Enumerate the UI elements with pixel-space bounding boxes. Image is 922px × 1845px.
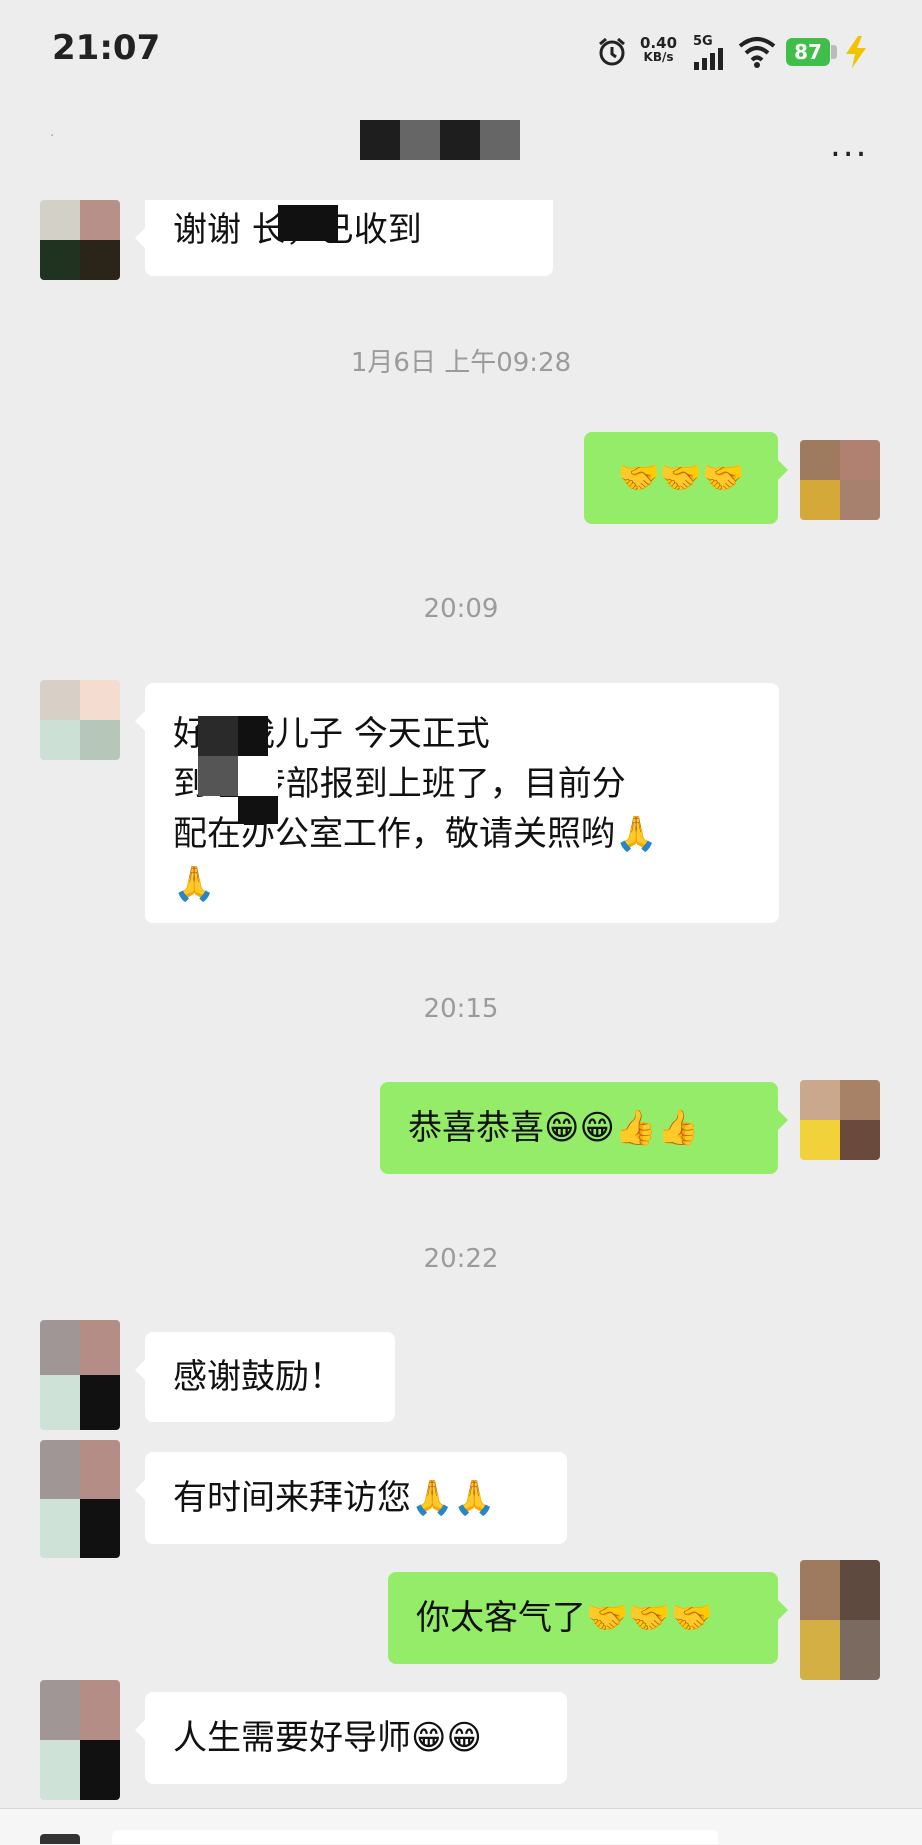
- message-bubble[interactable]: 有时间来拜访您🙏🙏: [135, 1452, 567, 1544]
- message-text: 人生需要好导师😁😁: [173, 1718, 482, 1758]
- more-options-button[interactable]: ...: [830, 128, 868, 162]
- message-bubble[interactable]: 恭喜恭喜😁😁👍👍: [380, 1082, 788, 1174]
- censor-block: [198, 756, 238, 796]
- avatar[interactable]: [40, 200, 120, 280]
- battery-indicator: 87: [786, 38, 830, 66]
- message-bubble[interactable]: 🤝🤝🤝: [584, 432, 788, 524]
- message-input[interactable]: [112, 1830, 718, 1844]
- avatar-self[interactable]: [800, 1080, 880, 1160]
- timestamp: 20:22: [423, 1244, 499, 1274]
- signal-icon: [694, 48, 728, 74]
- censor-block: [238, 716, 268, 756]
- avatar-self[interactable]: [800, 1560, 880, 1680]
- timestamp: 1月6日 上午09:28: [350, 348, 572, 378]
- censor-block: [238, 796, 278, 824]
- chat-title-censored: [360, 120, 520, 160]
- message-line: 🙏: [173, 864, 216, 904]
- message-bubble[interactable]: 你太客气了🤝🤝🤝: [388, 1572, 788, 1664]
- censor-block: [278, 205, 338, 241]
- censor-block: [198, 716, 238, 756]
- message-text: 感谢鼓励！: [173, 1357, 343, 1397]
- avatar[interactable]: [40, 1680, 120, 1800]
- voice-button[interactable]: [40, 1834, 80, 1844]
- avatar-self[interactable]: [800, 440, 880, 520]
- message-text: 你太客气了🤝🤝🤝: [416, 1598, 714, 1638]
- status-time: 21:07: [52, 28, 161, 68]
- message-text: 恭喜恭喜😁😁👍👍: [408, 1108, 700, 1148]
- back-button[interactable]: ·: [50, 128, 70, 148]
- timestamp: 20:09: [423, 594, 499, 624]
- message-text: 有时间来拜访您🙏🙏: [173, 1478, 496, 1518]
- charging-icon: [842, 36, 870, 72]
- avatar[interactable]: [40, 1440, 120, 1558]
- network-type: 5G: [693, 34, 713, 49]
- avatar[interactable]: [40, 1320, 120, 1430]
- net-speed: 0.40 KB/s: [640, 34, 678, 65]
- censor-block: [238, 756, 278, 796]
- message-bubble[interactable]: 人生需要好导师😁😁: [135, 1692, 567, 1784]
- battery-tip: [831, 45, 837, 59]
- message-bubble[interactable]: 谢谢 长，已收到: [135, 200, 553, 276]
- avatar[interactable]: [40, 680, 120, 760]
- message-bubble[interactable]: 感谢鼓励！: [135, 1332, 395, 1422]
- timestamp: 20:15: [423, 994, 499, 1024]
- message-text: 🤝🤝🤝: [617, 458, 745, 498]
- alarm-icon: [596, 36, 628, 72]
- wifi-icon: [738, 36, 776, 72]
